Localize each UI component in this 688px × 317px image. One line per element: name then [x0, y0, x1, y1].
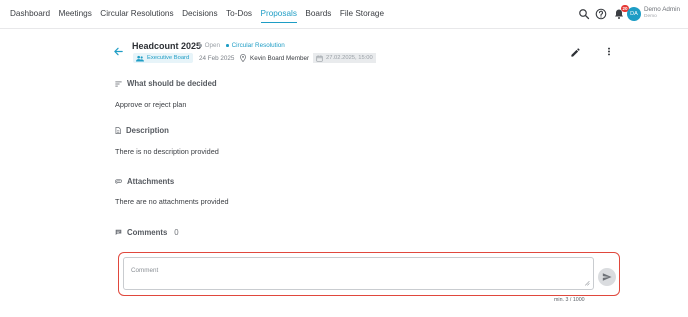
comments-heading-label: Comments [127, 228, 168, 237]
edit-pencil-icon[interactable] [570, 47, 581, 58]
nav-decisions[interactable]: Decisions [182, 9, 218, 23]
page-title: Headcount 2025 [132, 41, 202, 51]
type-label: Circular Resolution [231, 42, 285, 49]
comments-count: 0 [174, 228, 179, 237]
character-counter: min. 3 / 1000 [554, 297, 585, 303]
board-chip[interactable]: Executive Board [133, 53, 194, 63]
nav-file-storage[interactable]: File Storage [340, 9, 384, 23]
nav-boards[interactable]: Boards [305, 9, 331, 23]
type-badge: Circular Resolution [226, 42, 285, 49]
status-dot [199, 44, 202, 47]
user-role: Demo [644, 14, 657, 19]
proposal-date: 24 Feb 2025 [199, 55, 235, 62]
nav-dashboard[interactable]: Dashboard [10, 9, 50, 23]
comments-heading: Comments 0 [115, 228, 179, 237]
top-navigation-bar: Dashboard Meetings Circular Resolutions … [0, 0, 688, 29]
decide-text: Approve or reject plan [115, 100, 187, 109]
location: Kevin Board Member [240, 54, 309, 62]
board-chip-label: Executive Board [147, 55, 190, 61]
attachment-icon [115, 179, 122, 184]
description-heading: Description [115, 126, 169, 135]
decide-heading-label: What should be decided [127, 79, 217, 88]
description-text: There is no description provided [115, 147, 219, 156]
people-icon [136, 55, 144, 61]
help-icon[interactable] [595, 8, 607, 20]
avatar[interactable]: DA [627, 7, 641, 21]
nav-proposals[interactable]: Proposals [260, 9, 297, 23]
nav-circular-resolutions[interactable]: Circular Resolutions [100, 9, 173, 23]
document-icon [115, 127, 121, 134]
search-icon[interactable] [578, 8, 590, 20]
nav-meetings[interactable]: Meetings [59, 9, 92, 23]
comment-input[interactable] [123, 257, 594, 290]
location-pin-icon [240, 54, 246, 62]
nav-todos[interactable]: To-Dos [226, 9, 252, 23]
comment-icon [115, 229, 122, 235]
status-label: Open [204, 42, 220, 49]
attachments-text: There are no attachments provided [115, 197, 229, 206]
back-arrow-icon[interactable] [113, 46, 124, 57]
deadline-label: 27.02.2025, 15:00 [326, 55, 373, 61]
send-comment-button[interactable] [598, 268, 616, 286]
attachments-heading-label: Attachments [127, 177, 175, 186]
location-label: Kevin Board Member [250, 54, 310, 62]
main-nav: Dashboard Meetings Circular Resolutions … [10, 9, 393, 23]
deadline-chip: 27.02.2025, 15:00 [313, 53, 376, 63]
resize-grip-icon[interactable] [584, 280, 590, 286]
send-icon [602, 273, 612, 281]
lines-icon [115, 80, 122, 87]
more-vertical-icon[interactable] [604, 46, 614, 57]
type-dot [226, 44, 229, 47]
decide-heading: What should be decided [115, 79, 217, 88]
calendar-icon [316, 54, 323, 62]
status-badge: Open [199, 42, 220, 49]
user-name[interactable]: Demo Admin [644, 6, 680, 13]
description-heading-label: Description [126, 126, 169, 135]
attachments-heading: Attachments [115, 177, 174, 186]
